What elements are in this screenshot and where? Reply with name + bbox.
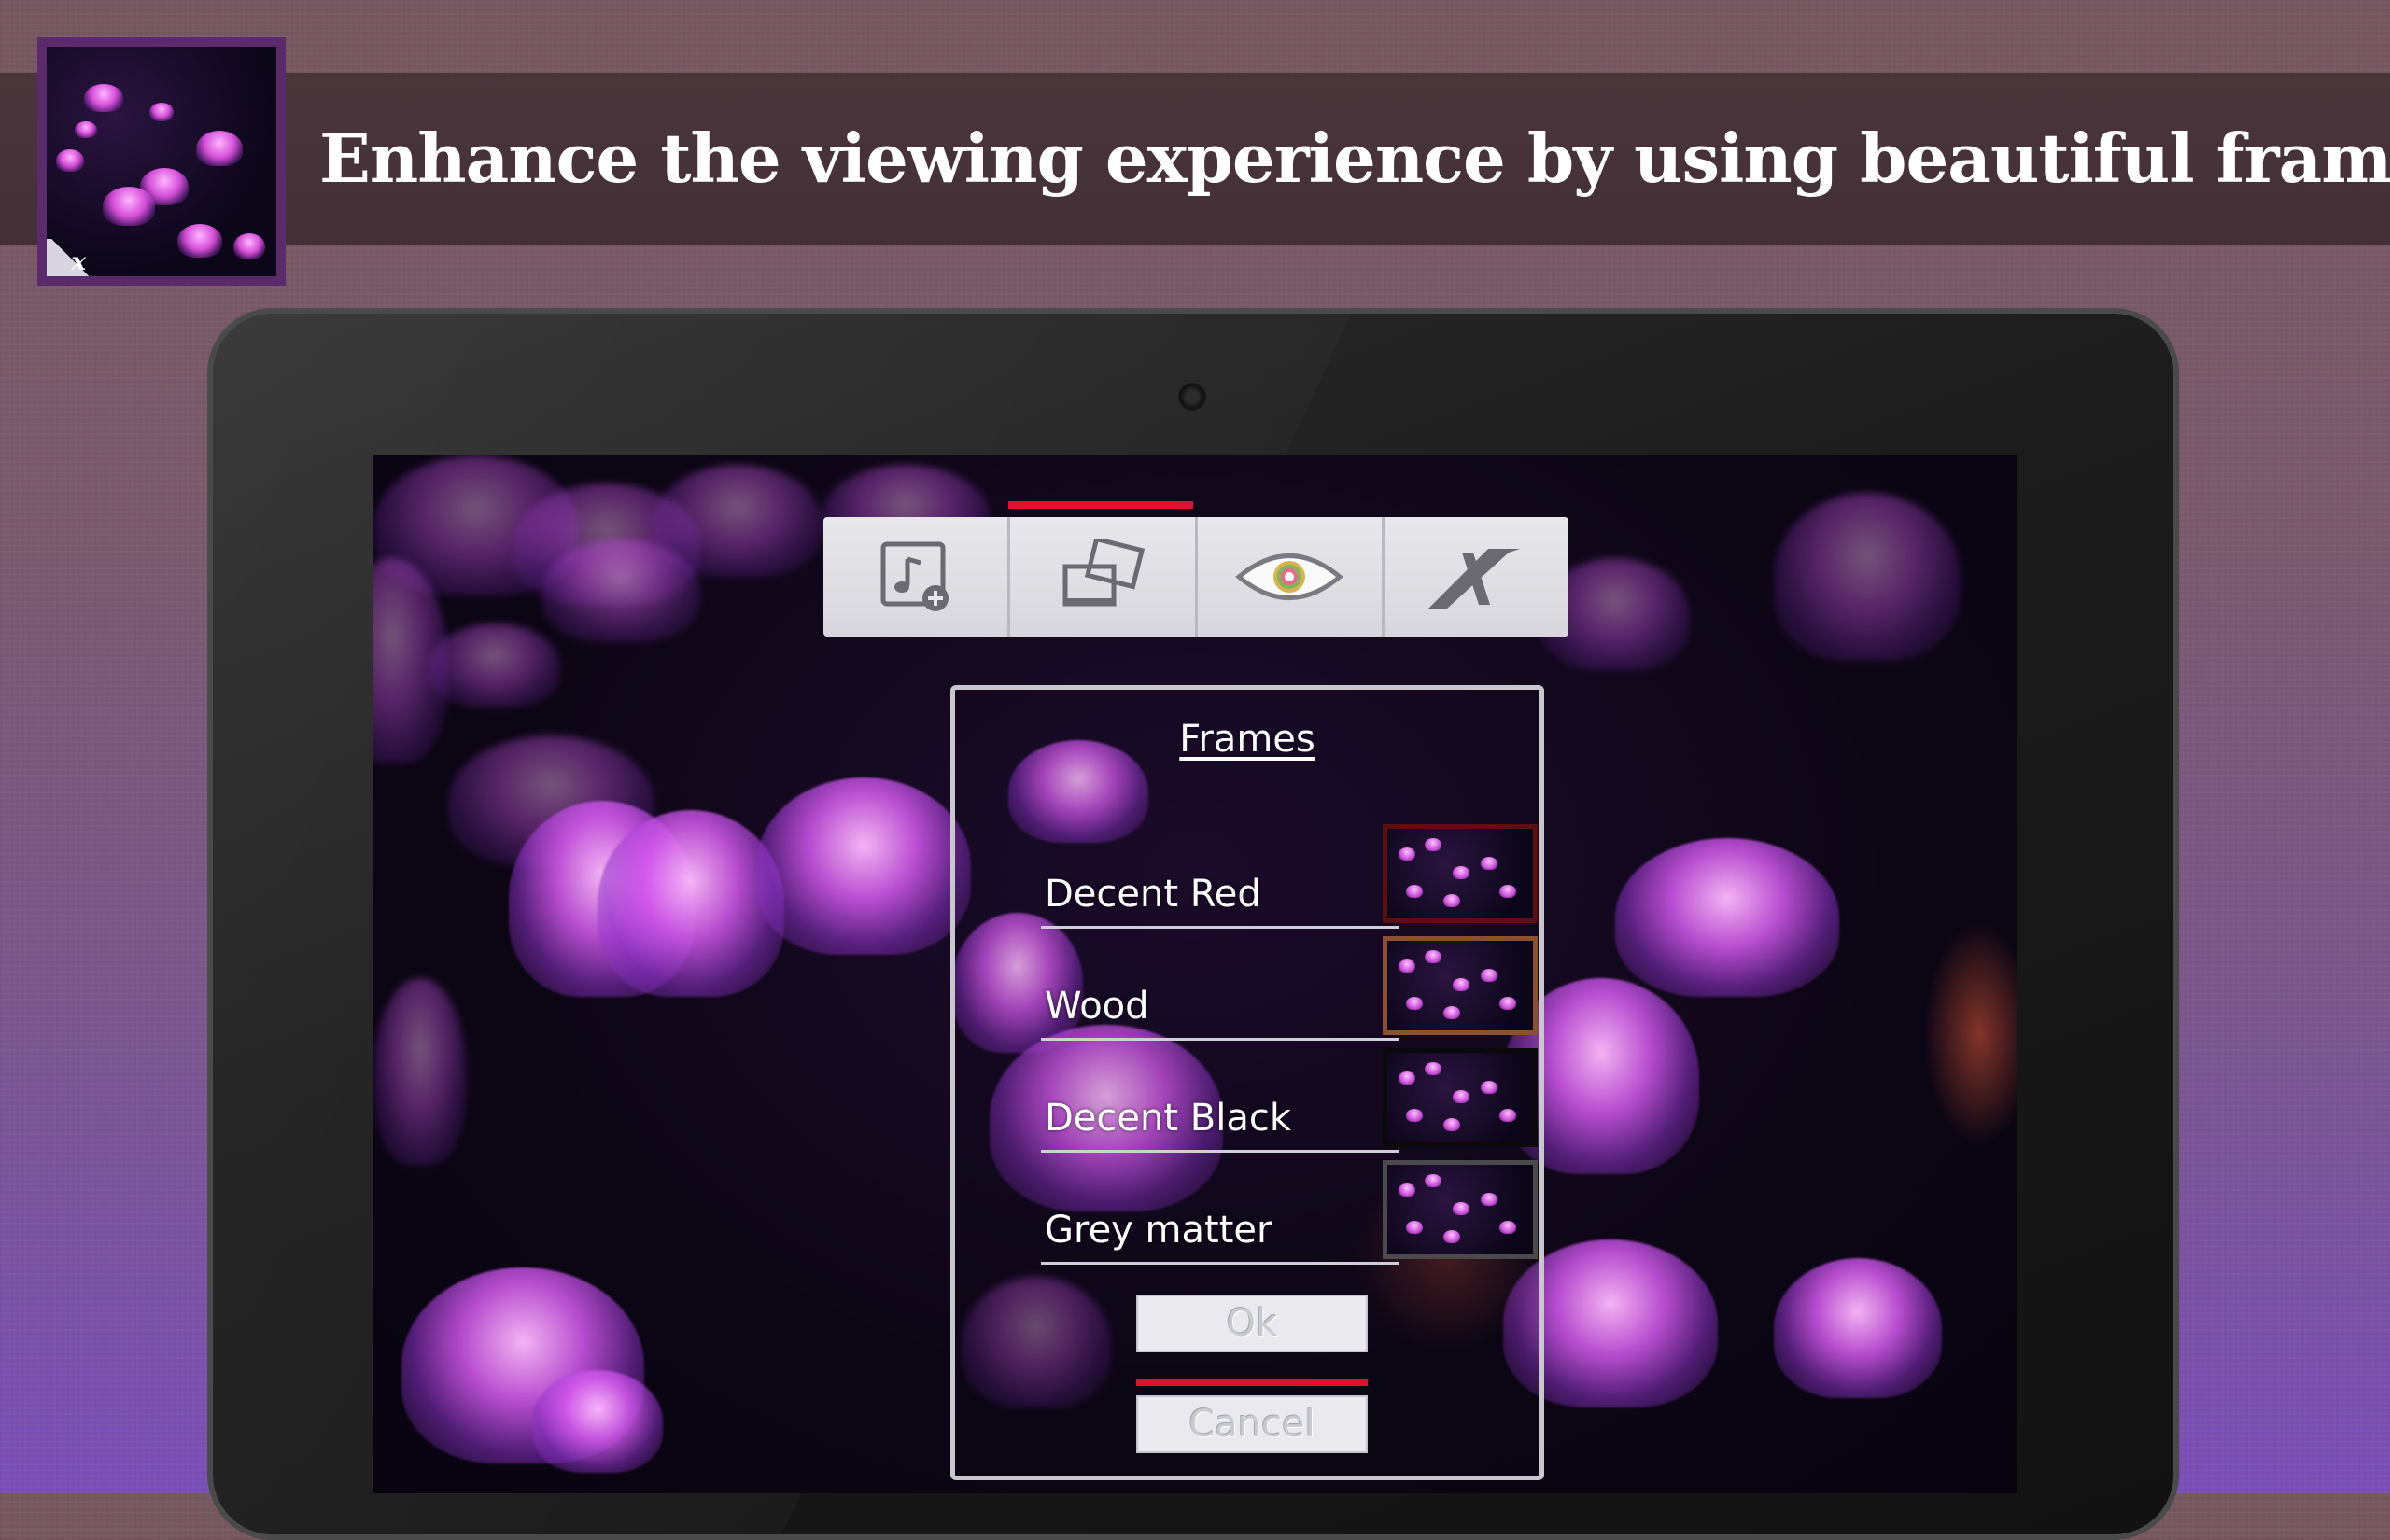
cancel-button[interactable]: Cancel [1136,1395,1368,1453]
add-music-button[interactable] [823,517,1011,637]
cancel-focus-indicator [1136,1379,1368,1386]
eye-icon [1235,553,1344,600]
music-add-icon [880,541,949,611]
divider [1041,1038,1399,1041]
x-logo-icon: x [47,239,93,276]
frame-thumbnail[interactable] [1383,824,1538,923]
ok-button[interactable]: Ok [1136,1295,1368,1352]
frame-option-decent-black[interactable]: Decent Black [1041,1043,1538,1153]
frame-thumbnail[interactable] [1383,1048,1538,1147]
frames-dialog: Frames Decent Red Wood Decent Black Grey… [950,685,1544,1480]
frame-option-label: Decent Black [1045,1097,1291,1140]
frame-thumbnail[interactable] [1383,936,1538,1035]
frame-option-grey-matter[interactable]: Grey matter [1041,1155,1538,1265]
app-icon: x [37,37,286,286]
frame-option-decent-red[interactable]: Decent Red [1041,819,1538,929]
divider [1041,1150,1399,1153]
camera-icon [1178,383,1206,411]
frame-option-label: Wood [1045,985,1149,1028]
toolbar [823,517,1568,637]
frame-option-wood[interactable]: Wood [1041,931,1538,1041]
app-icon-image: x [47,47,276,276]
frames-button[interactable] [1010,517,1198,637]
dialog-title: Frames [1179,718,1315,761]
frame-option-label: Grey matter [1045,1209,1272,1252]
x-logo-icon [1428,549,1521,609]
divider [1041,926,1399,929]
preview-button[interactable] [1198,517,1385,637]
x-logo-button[interactable] [1385,517,1568,637]
frame-thumbnail[interactable] [1383,1160,1538,1259]
frame-option-label: Decent Red [1045,873,1261,916]
divider [1041,1262,1399,1265]
banner-title: Enhance the viewing experience by using … [319,119,2390,198]
frames-icon [1062,539,1146,607]
active-tab-indicator [1008,501,1193,509]
